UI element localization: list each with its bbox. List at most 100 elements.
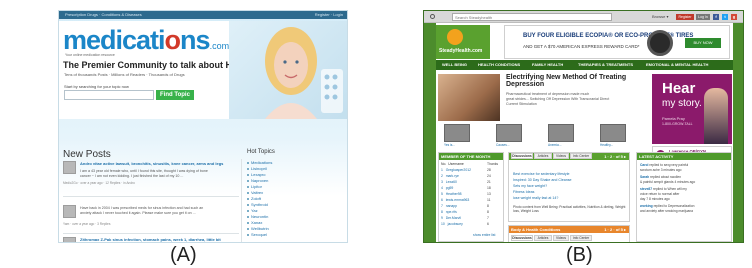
hot-topic-link[interactable]: Naproxen <box>247 178 268 183</box>
tab-articles[interactable]: Articles <box>534 235 552 241</box>
post-item[interactable]: Andro vitae active lawsuit, bronchitis, … <box>63 161 239 197</box>
discussion-link[interactable]: Fitness Ideas <box>513 190 534 194</box>
post-title[interactable]: Andro vitae active lawsuit, bronchitis, … <box>80 161 223 166</box>
discussion-link[interactable]: Sets my face weight? <box>513 184 547 188</box>
table-row[interactable]: 8 npe.rifs <box>441 210 457 214</box>
table-row[interactable]: 1 Gregkasper2012 <box>441 168 471 172</box>
nav-item-health-conditions[interactable]: HEALTH CONDITIONS <box>478 62 520 67</box>
row-user: mark.rye <box>445 174 459 178</box>
hot-topic-link[interactable]: Zoloft <box>247 196 261 201</box>
row-thanks: 11 <box>487 198 491 202</box>
table-row[interactable]: 4 pg59 <box>441 186 453 190</box>
hot-topic-link[interactable]: Lipitor <box>247 184 262 189</box>
activity-item[interactable]: Carol replied to sexy,very painful <box>640 163 688 167</box>
hot-topic-link[interactable]: Lisinopril <box>247 166 267 171</box>
topbar-account-links[interactable]: Register · Login <box>315 12 343 17</box>
search-icon[interactable] <box>430 14 435 19</box>
box-pager[interactable]: 1 · 2 · of 5 ▸ <box>604 153 626 160</box>
table-row[interactable]: 9 Der.Marvil <box>441 216 461 220</box>
browse-menu[interactable]: Browse ▾ <box>652 14 668 19</box>
post-title[interactable]: Zithromax Z-Pak sinus infection, stomach… <box>80 237 221 242</box>
thumbnail-caption[interactable]: Causes... <box>496 143 509 147</box>
hot-topic-link[interactable]: Seroquel <box>247 232 267 237</box>
thumbnail-caption[interactable]: Anemia... <box>548 143 561 147</box>
feature-excerpt-line: Current Stimulation <box>506 102 537 106</box>
tire-ad-banner[interactable]: BUY FOUR ELIGIBLE ECOPIA® OR ECO-PRODUCT… <box>504 25 730 59</box>
discussion-link[interactable]: lose weight really fast at 14? <box>513 196 558 200</box>
activity-item[interactable]: and anxiety after smoking marijuana <box>640 209 693 213</box>
article-thumbnail[interactable] <box>496 124 522 142</box>
activity-text: voice return to normal after <box>640 192 680 196</box>
activity-user[interactable]: working <box>640 204 653 208</box>
tab-videos[interactable]: Videos <box>553 153 569 159</box>
ad-buy-button[interactable]: BUY NOW <box>685 38 721 48</box>
twitter-icon[interactable]: t <box>722 14 728 20</box>
discussion-link[interactable]: Best exercise for sedentary lifestyle <box>513 172 570 176</box>
thumbnail-caption[interactable]: Yes is... <box>444 143 455 147</box>
discussion-link[interactable]: Inspired: 30 Day Shake and Cleanse <box>513 178 572 182</box>
tab-info-center[interactable]: Info Center <box>570 235 592 241</box>
nav-item-therapies[interactable]: THERAPIES & TREATMENTS <box>578 62 633 67</box>
site-logo[interactable]: medications.com <box>63 25 229 56</box>
site-search-input[interactable]: Search Steadyhealth <box>452 13 612 21</box>
activity-item[interactable]: day 7 8 minutes ago <box>640 197 670 201</box>
activity-user[interactable]: Sarah <box>640 175 649 179</box>
post-item[interactable]: Zithromax Z-Pak sinus infection, stomach… <box>63 237 239 242</box>
activity-text: replied to sexy,very painful <box>649 163 689 167</box>
activity-item[interactable]: scrotum ache 3 minutes ago <box>640 168 681 172</box>
article-thumbnail[interactable] <box>600 124 626 142</box>
article-thumbnail[interactable] <box>444 124 470 142</box>
facebook-icon[interactable]: f <box>713 14 719 20</box>
show-entire-list-link[interactable]: show entire list <box>473 233 495 237</box>
table-row[interactable]: 2 mark.rye <box>441 174 459 178</box>
table-row[interactable]: 10 jacobsuey <box>441 222 463 226</box>
row-no: 1 <box>441 168 443 172</box>
activity-item[interactable]: & painful armpit glands 4 minutes ago <box>640 180 695 184</box>
register-button[interactable]: Register <box>676 14 694 20</box>
activity-item[interactable]: steve87 replied to When will my <box>640 187 687 191</box>
activity-item[interactable]: voice return to normal after <box>640 192 679 196</box>
row-no: 7 <box>441 204 443 208</box>
hot-topic-link[interactable]: Neurontin <box>247 214 268 219</box>
tab-info-center[interactable]: Info Center <box>570 153 592 159</box>
tab-videos[interactable]: Videos <box>553 235 569 241</box>
topic-label: Naproxen <box>251 178 269 183</box>
hot-topic-link[interactable]: Lexapro <box>247 172 265 177</box>
table-row[interactable]: 3 Lexa60 <box>441 180 457 184</box>
hot-topic-link[interactable]: Medications <box>247 160 272 165</box>
find-topic-button[interactable]: Find Topic <box>156 90 194 100</box>
table-row[interactable]: 6 lewis.emma963 <box>441 198 469 202</box>
hot-topic-link[interactable]: Yaz <box>247 208 258 213</box>
table-row[interactable]: 5 Heather98 <box>441 192 462 196</box>
nav-item-family-health[interactable]: FAMILY HEALTH <box>532 62 563 67</box>
row-no: 8 <box>441 210 443 214</box>
activity-item[interactable]: Sarah replied about swollen <box>640 175 681 179</box>
hero-woman-photo <box>229 21 347 119</box>
activity-user[interactable]: steve87 <box>640 187 652 191</box>
feature-article-image[interactable] <box>438 74 500 121</box>
topic-search-input[interactable] <box>64 90 154 100</box>
post-item[interactable]: Have back in 2004 I was prescribed meds … <box>63 205 239 235</box>
tab-discussions[interactable]: Discussions <box>511 235 533 241</box>
topbar-categories[interactable]: Prescription Drugs · Conditions & Diseas… <box>65 12 142 17</box>
tab-articles[interactable]: Articles <box>534 153 552 159</box>
hot-topic-link[interactable]: Wellbutrin <box>247 226 269 231</box>
activity-user[interactable]: Carol <box>640 163 648 167</box>
hear-my-story-ad[interactable]: Hear my story. Pamela Pray 1-800-GROW-TA… <box>652 74 732 144</box>
box-pager[interactable]: 1 · 2 · of 5 ▸ <box>604 226 626 233</box>
table-row[interactable]: 7 nanapp <box>441 204 457 208</box>
feature-article-title[interactable]: Electrifying New Method Of Treating Depr… <box>506 74 626 88</box>
activity-item[interactable]: working replied to Depersonalization <box>640 204 694 208</box>
hot-topic-link[interactable]: Xanax <box>247 220 262 225</box>
row-no: 4 <box>441 186 443 190</box>
thumbnail-caption[interactable]: Healthy... <box>600 143 613 147</box>
ad-line-2: my story. <box>662 98 702 109</box>
hot-topic-link[interactable]: Synthroid <box>247 202 268 207</box>
article-thumbnail[interactable] <box>548 124 574 142</box>
tab-discussions[interactable]: Discussions <box>511 153 533 159</box>
login-button[interactable]: Log In <box>696 14 710 20</box>
google-plus-icon[interactable]: g <box>731 14 737 20</box>
nav-item-well-being[interactable]: WELL BEING <box>442 62 467 67</box>
hot-topic-link[interactable]: Valtrex <box>247 190 263 195</box>
nav-item-emotional-health[interactable]: EMOTIONAL & MENTAL HEALTH <box>646 62 708 67</box>
